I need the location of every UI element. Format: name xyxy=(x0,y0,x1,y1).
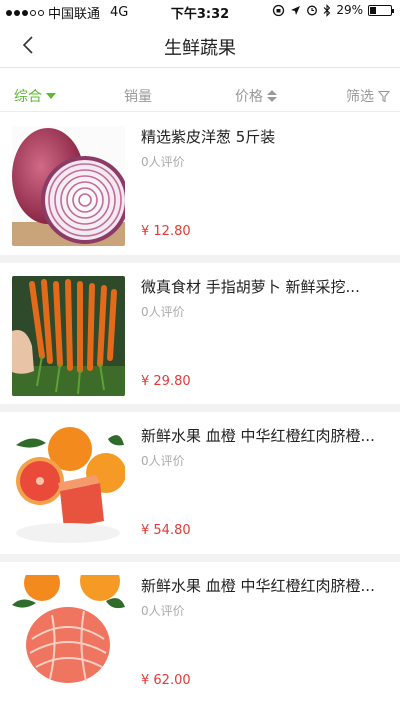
product-price: ¥ 29.80 xyxy=(141,373,191,389)
status-bar: 中国联通 4G 下午3:32 29% xyxy=(0,0,400,22)
product-image-blood-orange xyxy=(12,425,125,545)
product-image-carrots xyxy=(12,275,125,396)
bluetooth-icon xyxy=(323,3,331,17)
product-reviews: 0人评价 xyxy=(141,304,185,319)
product-title: 新鲜水果 血橙 中华红橙红肉脐橙... xyxy=(141,576,375,595)
product-reviews: 0人评价 xyxy=(141,155,185,169)
nav-bar: 生鲜蔬果 xyxy=(0,22,400,68)
product-list: 精选紫皮洋葱 5斤装 0人评价 ¥ 12.80 微真食材 手指胡萝卜 新鲜采挖.… xyxy=(0,113,400,711)
product-title: 新鲜水果 血橙 中华红橙红肉脐橙... xyxy=(141,427,375,445)
product-card[interactable]: 精选紫皮洋葱 5斤装 0人评价 ¥ 12.80 xyxy=(0,113,400,263)
sort-comprehensive-label: 综合 xyxy=(14,89,42,105)
alarm-icon xyxy=(307,5,318,16)
product-price: ¥ 54.80 xyxy=(141,523,191,538)
battery-percent: 29% xyxy=(336,3,363,17)
product-reviews: 0人评价 xyxy=(141,454,185,468)
sort-price-label: 价格 xyxy=(235,89,263,105)
location-arrow-icon xyxy=(291,5,301,15)
funnel-icon xyxy=(378,90,390,102)
sort-price-tab[interactable]: 价格 xyxy=(235,86,277,106)
orientation-lock-icon xyxy=(273,4,285,16)
product-card[interactable]: 新鲜水果 血橙 中华红橙红肉脐橙... 0人评价 ¥ 54.80 xyxy=(0,412,400,562)
battery-icon xyxy=(368,4,394,16)
product-card[interactable]: 新鲜水果 血橙 中华红橙红肉脐橙... 0人评价 ¥ 62.00 xyxy=(0,561,400,711)
product-image-peeled-orange xyxy=(12,574,125,695)
sort-filter-bar: 综合 销量 价格 筛选 xyxy=(0,78,400,112)
filter-button[interactable]: 筛选 xyxy=(346,86,390,106)
product-price: ¥ 12.80 xyxy=(141,224,191,239)
product-title: 微真食材 手指胡萝卜 新鲜采挖... xyxy=(141,277,360,296)
sort-comprehensive-tab[interactable]: 综合 xyxy=(14,86,56,106)
product-image-red-onion xyxy=(12,126,125,246)
page-title: 生鲜蔬果 xyxy=(164,38,236,59)
sort-sales-label: 销量 xyxy=(124,89,152,105)
sort-sales-tab[interactable]: 销量 xyxy=(124,86,152,106)
product-reviews: 0人评价 xyxy=(141,603,185,618)
product-price: ¥ 62.00 xyxy=(141,672,191,688)
sort-updown-icon xyxy=(267,90,277,102)
status-right: 29% xyxy=(272,3,394,17)
caret-down-icon xyxy=(46,93,56,99)
product-card[interactable]: 微真食材 手指胡萝卜 新鲜采挖... 0人评价 ¥ 29.80 xyxy=(0,262,400,412)
filter-label: 筛选 xyxy=(346,89,374,105)
product-title: 精选紫皮洋葱 5斤装 xyxy=(141,128,276,146)
